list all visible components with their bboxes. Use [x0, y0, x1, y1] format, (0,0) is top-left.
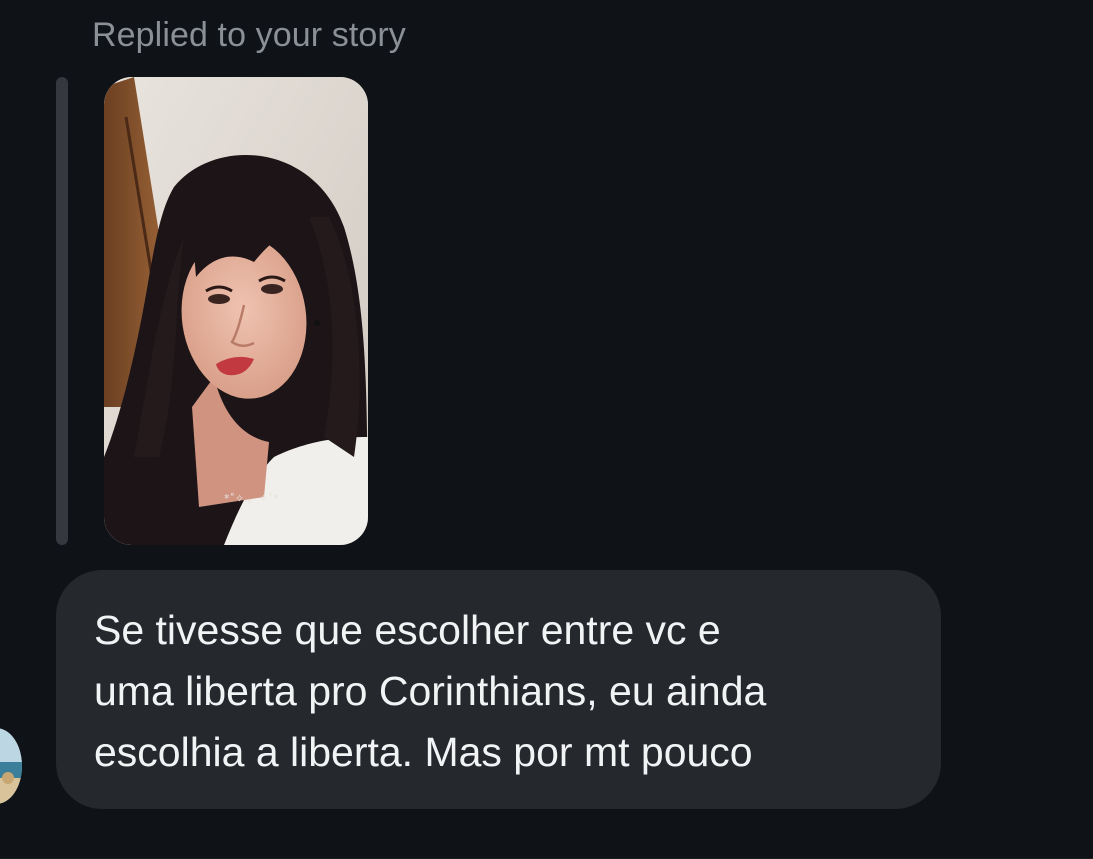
story-sticker-text: *˚✧.。✧˚*: [224, 492, 279, 505]
reply-caption: Replied to your story: [92, 16, 406, 54]
message-text: Se tivesse que escolher entre vc e uma l…: [94, 607, 767, 775]
message-bubble[interactable]: Se tivesse que escolher entre vc e uma l…: [56, 570, 941, 809]
reply-indicator-bar: [56, 77, 68, 545]
story-photo-icon: *˚✧.。✧˚*: [104, 77, 368, 545]
avatar-beach-icon: [0, 728, 22, 804]
story-thumbnail[interactable]: *˚✧.。✧˚*: [104, 77, 368, 545]
dm-conversation-screen: Replied to your story *˚✧.。✧˚* Se tivess…: [0, 0, 1093, 859]
sender-avatar[interactable]: [0, 728, 22, 804]
